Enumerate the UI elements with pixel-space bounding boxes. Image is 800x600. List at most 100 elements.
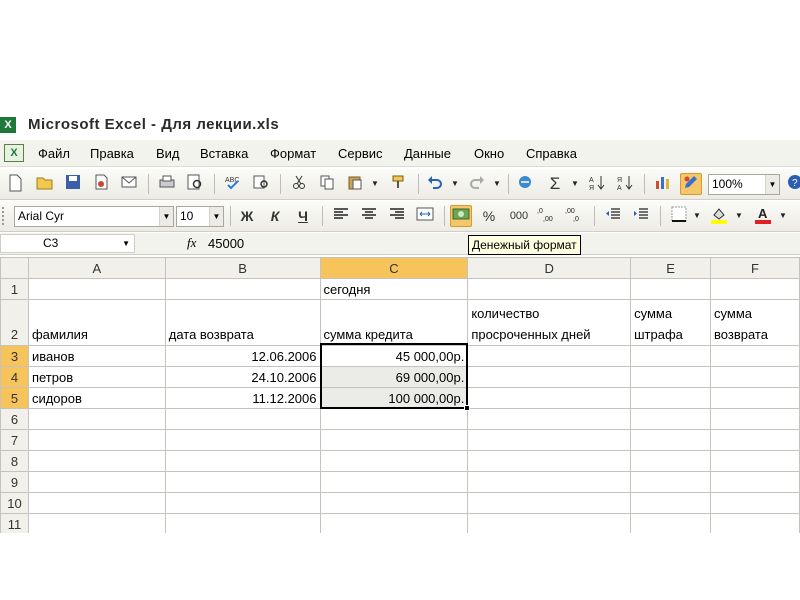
row-header-6[interactable]: 6 <box>0 408 29 430</box>
save-icon[interactable] <box>62 173 84 195</box>
cell-e6[interactable] <box>630 408 712 430</box>
cell-b9[interactable] <box>164 471 321 493</box>
cell-c4[interactable]: 69 000,00р. <box>319 366 469 388</box>
cell-c2[interactable]: сумма кредита <box>319 299 469 346</box>
menu-file[interactable]: Файл <box>38 146 70 161</box>
chart-wizard-icon[interactable] <box>652 173 674 195</box>
undo-dropdown-icon[interactable]: ▼ <box>450 173 460 195</box>
cell-c6[interactable] <box>319 408 469 430</box>
cell-e9[interactable] <box>630 471 712 493</box>
sort-descending-icon[interactable]: ЯА <box>614 173 636 195</box>
decrease-decimal-icon[interactable]: ,00,0 <box>564 205 586 227</box>
cell-a9[interactable] <box>27 471 166 493</box>
column-header-e[interactable]: E <box>630 257 712 279</box>
select-all-corner[interactable] <box>0 257 29 279</box>
decrease-indent-icon[interactable] <box>602 205 624 227</box>
cell-d5[interactable] <box>467 387 632 409</box>
new-icon[interactable] <box>4 173 26 195</box>
cell-a10[interactable] <box>27 492 166 514</box>
autosum-dropdown-icon[interactable]: ▼ <box>570 173 580 195</box>
chevron-down-icon[interactable]: ▼ <box>209 207 223 226</box>
row-header-10[interactable]: 10 <box>0 492 29 514</box>
cut-icon[interactable] <box>288 173 310 195</box>
research-icon[interactable] <box>250 173 272 195</box>
cell-a5[interactable]: сидоров <box>27 387 166 409</box>
column-header-f[interactable]: F <box>710 257 800 279</box>
cell-a4[interactable]: петров <box>27 366 166 388</box>
cell-e4[interactable] <box>630 366 712 388</box>
chevron-down-icon[interactable]: ▼ <box>159 207 173 226</box>
row-header-7[interactable]: 7 <box>0 429 29 451</box>
menu-window[interactable]: Окно <box>474 146 504 161</box>
worksheet-grid[interactable]: A B C D E F 1 сегодня 2 фамилия дата воз… <box>0 257 800 533</box>
format-painter-icon[interactable] <box>388 173 410 195</box>
cell-b4[interactable]: 24.10.2006 <box>164 366 321 388</box>
menu-tools[interactable]: Сервис <box>338 146 383 161</box>
cell-f10[interactable] <box>710 492 800 514</box>
italic-button[interactable]: К <box>264 205 286 227</box>
cell-e7[interactable] <box>630 429 712 451</box>
cell-b10[interactable] <box>164 492 321 514</box>
cell-e1[interactable] <box>630 278 712 300</box>
row-header-11[interactable]: 11 <box>0 513 29 533</box>
row-header-3[interactable]: 3 <box>0 345 29 367</box>
paste-dropdown-icon[interactable]: ▼ <box>370 173 380 195</box>
chevron-down-icon[interactable]: ▼ <box>765 175 779 194</box>
print-icon[interactable] <box>156 173 178 195</box>
copy-icon[interactable] <box>316 173 338 195</box>
cell-c9[interactable] <box>319 471 469 493</box>
cell-a3[interactable]: иванов <box>27 345 166 367</box>
cell-b8[interactable] <box>164 450 321 472</box>
underline-button[interactable]: Ч <box>292 205 314 227</box>
menu-view[interactable]: Вид <box>156 146 180 161</box>
font-select[interactable]: Arial Cyr ▼ <box>14 206 174 227</box>
cell-e10[interactable] <box>630 492 712 514</box>
font-color-icon[interactable]: A <box>752 205 774 227</box>
column-header-a[interactable]: A <box>27 257 166 279</box>
align-center-icon[interactable] <box>358 205 380 227</box>
align-left-icon[interactable] <box>330 205 352 227</box>
menu-insert[interactable]: Вставка <box>200 146 248 161</box>
cell-f4[interactable] <box>710 366 800 388</box>
insert-function-icon[interactable]: fx <box>187 235 196 251</box>
cell-a7[interactable] <box>27 429 166 451</box>
formula-input[interactable]: 45000 <box>208 236 244 251</box>
cell-d3[interactable] <box>467 345 632 367</box>
thousands-separator-button[interactable]: 000 <box>506 205 532 227</box>
cell-f1[interactable] <box>710 278 800 300</box>
borders-icon[interactable] <box>668 205 690 227</box>
cell-e3[interactable] <box>630 345 712 367</box>
cell-a2[interactable]: фамилия <box>27 299 166 346</box>
cell-b11[interactable] <box>164 513 321 533</box>
fill-color-icon[interactable] <box>708 205 730 227</box>
cell-c10[interactable] <box>319 492 469 514</box>
cell-f5[interactable] <box>710 387 800 409</box>
cell-b1[interactable] <box>164 278 321 300</box>
font-color-dropdown-icon[interactable]: ▼ <box>778 205 788 227</box>
cell-b7[interactable] <box>164 429 321 451</box>
zoom-select[interactable]: 100% ▼ <box>708 174 780 195</box>
email-icon[interactable] <box>118 173 140 195</box>
cell-f11[interactable] <box>710 513 800 533</box>
permission-icon[interactable] <box>90 173 112 195</box>
cell-a8[interactable] <box>27 450 166 472</box>
redo-dropdown-icon[interactable]: ▼ <box>492 173 502 195</box>
fill-color-dropdown-icon[interactable]: ▼ <box>734 205 744 227</box>
bold-button[interactable]: Ж <box>236 205 258 227</box>
cell-f8[interactable] <box>710 450 800 472</box>
name-box[interactable]: C3 ▼ <box>0 234 135 253</box>
row-header-8[interactable]: 8 <box>0 450 29 472</box>
cell-a1[interactable] <box>27 278 166 300</box>
cell-d11[interactable] <box>467 513 632 533</box>
cell-c5[interactable]: 100 000,00р. <box>319 387 469 409</box>
drawing-icon[interactable] <box>680 173 702 195</box>
cell-c11[interactable] <box>319 513 469 533</box>
cell-e8[interactable] <box>630 450 712 472</box>
align-right-icon[interactable] <box>386 205 408 227</box>
cell-c3[interactable]: 45 000,00р. <box>319 345 469 367</box>
cell-d9[interactable] <box>467 471 632 493</box>
column-header-d[interactable]: D <box>467 257 632 279</box>
cell-f3[interactable] <box>710 345 800 367</box>
cell-b3[interactable]: 12.06.2006 <box>164 345 321 367</box>
print-preview-icon[interactable] <box>184 173 206 195</box>
